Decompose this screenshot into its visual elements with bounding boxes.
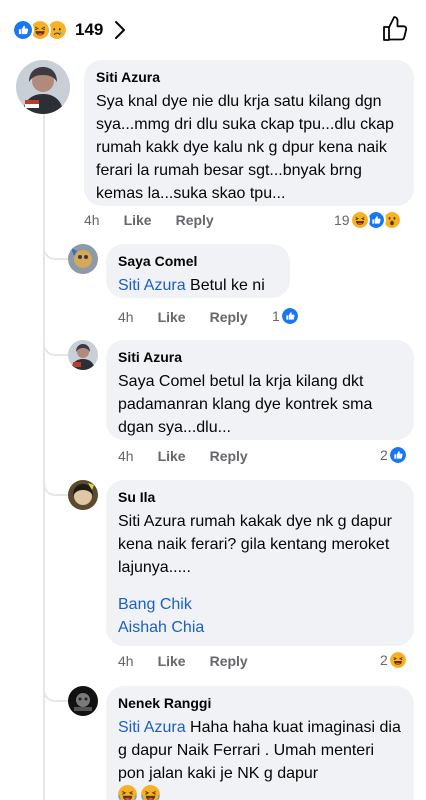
like-button[interactable]: Like (158, 653, 186, 669)
comment-time[interactable]: 4h (118, 448, 134, 464)
reply-connector (43, 246, 69, 260)
comment-reactions[interactable]: 2 (380, 650, 408, 670)
like-icon (279, 306, 300, 326)
reaction-count: 1 (272, 308, 280, 324)
comment-author[interactable]: Siti Azura (96, 68, 402, 86)
comment-text: Siti Azura Betul ke ni (118, 277, 265, 294)
like-icon (387, 445, 408, 465)
like-icon (12, 19, 34, 41)
reaction-count: 2 (380, 447, 388, 463)
comment-actions: 4h Like Reply (118, 448, 272, 464)
avatar[interactable] (68, 340, 98, 370)
avatar[interactable] (68, 686, 98, 716)
like-button[interactable]: Like (158, 309, 186, 325)
reply-button[interactable]: Reply (176, 212, 214, 228)
comment-actions: 4h Like Reply (118, 653, 272, 669)
avatar[interactable] (16, 60, 70, 114)
comment-bubble: Su Ila Siti Azura rumah kakak dye nk g d… (106, 480, 414, 646)
like-button[interactable]: Like (124, 212, 152, 228)
comment-time[interactable]: 4h (118, 653, 134, 669)
tears-of-joy-emoji (141, 785, 160, 800)
reply-button[interactable]: Reply (210, 653, 248, 669)
comment-time[interactable]: 4h (84, 212, 100, 228)
comment-text: Saya Comel betul la krja kilang dkt pada… (118, 373, 373, 436)
mention-link[interactable]: Bang Chik (118, 593, 402, 616)
comment-text: Sya knal dye nie dlu krja satu kilang dg… (96, 93, 394, 202)
comment-reactions[interactable]: 2 (380, 445, 408, 465)
mention-link[interactable]: Siti Azura (118, 719, 186, 736)
comment-bubble: Saya Comel Siti Azura Betul ke ni (106, 244, 290, 298)
mention-link[interactable]: Aishah Chia (118, 616, 402, 639)
comment-bubble: Siti Azura Saya Comel betul la krja kila… (106, 340, 414, 440)
reply-connector (43, 342, 69, 356)
thumbs-up-icon[interactable] (382, 15, 408, 43)
comment-actions: 4h Like Reply (118, 309, 272, 325)
comment-author[interactable]: Nenek Ranggi (118, 694, 402, 712)
comment-author[interactable]: Siti Azura (118, 348, 402, 366)
reaction-count: 149 (75, 20, 104, 39)
avatar[interactable] (68, 480, 98, 510)
comment-author[interactable]: Su Ila (118, 488, 402, 506)
reaction-count: 19 (334, 212, 350, 228)
chevron-right-icon (115, 21, 126, 39)
mention-link[interactable]: Siti Azura (118, 277, 186, 294)
comment-text: Siti Azura Haha haha kuat imaginasi dia … (118, 719, 401, 782)
reply-button[interactable]: Reply (210, 448, 248, 464)
haha-icon (387, 650, 408, 670)
comment-time[interactable]: 4h (118, 309, 134, 325)
avatar[interactable] (68, 244, 98, 274)
comment-bubble: Siti Azura Sya knal dye nie dlu krja sat… (84, 60, 414, 206)
reply-connector (43, 482, 69, 496)
reply-connector (43, 688, 69, 702)
tears-of-joy-emoji (118, 785, 137, 800)
comment-reactions[interactable]: 19 (334, 210, 402, 230)
reply-button[interactable]: Reply (210, 309, 248, 325)
comment-text: Siti Azura rumah kakak dye nk g dapur ke… (118, 513, 392, 576)
reaction-summary[interactable]: 149 (12, 17, 127, 43)
comment-actions: 4h Like Reply (84, 212, 238, 228)
like-button[interactable]: Like (158, 448, 186, 464)
reaction-count: 2 (380, 652, 388, 668)
comment-bubble: Nenek Ranggi Siti Azura Haha haha kuat i… (106, 686, 414, 800)
comment-reactions[interactable]: 1 (272, 306, 300, 326)
haha-icon (349, 210, 370, 230)
comment-author[interactable]: Saya Comel (118, 252, 278, 270)
reactions-header: 149 (0, 0, 426, 58)
